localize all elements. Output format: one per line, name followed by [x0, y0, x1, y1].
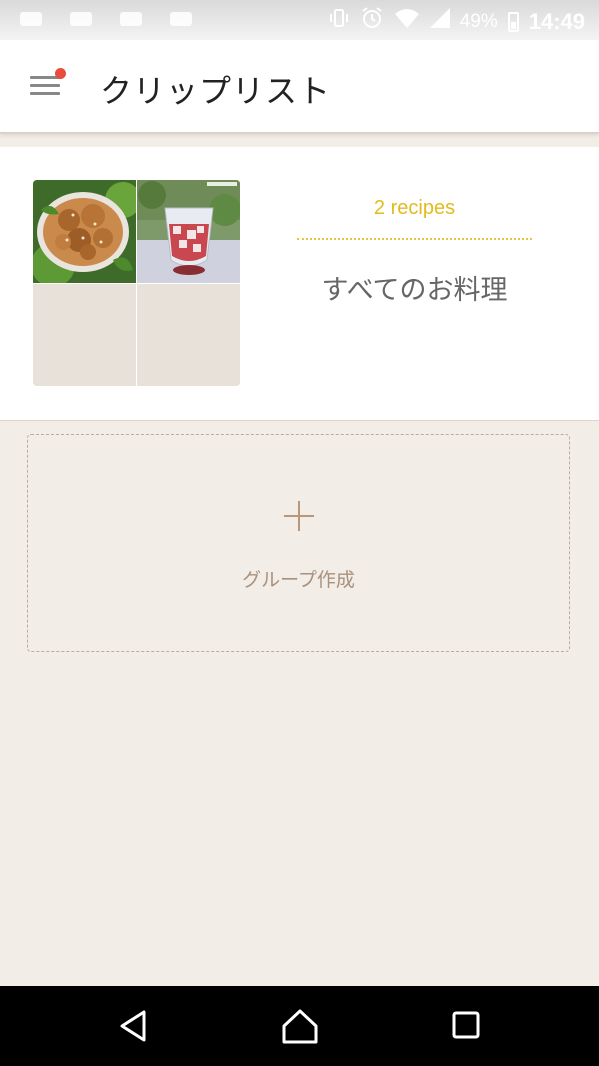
- create-group-button[interactable]: グループ作成: [27, 434, 570, 652]
- signal-icon: [429, 8, 450, 36]
- wifi-icon: [394, 7, 420, 37]
- notification-icon: [20, 12, 42, 26]
- notification-dot: [55, 68, 66, 79]
- dotted-divider: [297, 238, 532, 240]
- menu-bar: [30, 92, 60, 95]
- recipe-count: 2 recipes: [373, 197, 456, 219]
- page-title: クリップリスト: [100, 72, 332, 110]
- empty-thumbnail: [137, 284, 240, 386]
- app-bar: クリップリスト: [0, 40, 599, 134]
- battery-percent: 49%: [459, 11, 498, 32]
- clock: 14:49: [528, 9, 585, 34]
- empty-thumbnail: [33, 284, 136, 386]
- back-icon[interactable]: [114, 1008, 154, 1044]
- notification-icon: [170, 12, 192, 26]
- menu-bar: [30, 84, 60, 87]
- home-icon[interactable]: [280, 1008, 320, 1044]
- vibrate-icon: [328, 7, 350, 37]
- plus-stroke: [298, 501, 300, 531]
- thumbnail-grid: [33, 180, 240, 386]
- notification-icon: [70, 12, 92, 26]
- plus-icon: [284, 501, 314, 531]
- clip-group-card[interactable]: 2 recipes すべてのお料理: [0, 147, 599, 421]
- create-group-label: グループ作成: [242, 569, 355, 591]
- notification-icon: [120, 12, 142, 26]
- status-system-icons: 49% 14:49: [328, 6, 585, 38]
- recent-apps-icon[interactable]: [446, 1008, 486, 1044]
- recipe-thumbnail-fried-chicken: [33, 180, 141, 287]
- group-name: すべてのお料理: [321, 275, 508, 306]
- screen: 49% 14:49 クリップリスト 2 recipes すべてのお料理 グループ…: [0, 0, 599, 1066]
- status-notification-icons: [20, 12, 192, 26]
- alarm-icon: [360, 6, 384, 38]
- system-nav-bar: [0, 986, 599, 1066]
- battery-icon: [507, 12, 519, 32]
- status-bar: 49% 14:49: [0, 0, 599, 40]
- recipe-thumbnail-dessert-glass: [137, 180, 240, 283]
- thumbnail-divider: [33, 283, 240, 284]
